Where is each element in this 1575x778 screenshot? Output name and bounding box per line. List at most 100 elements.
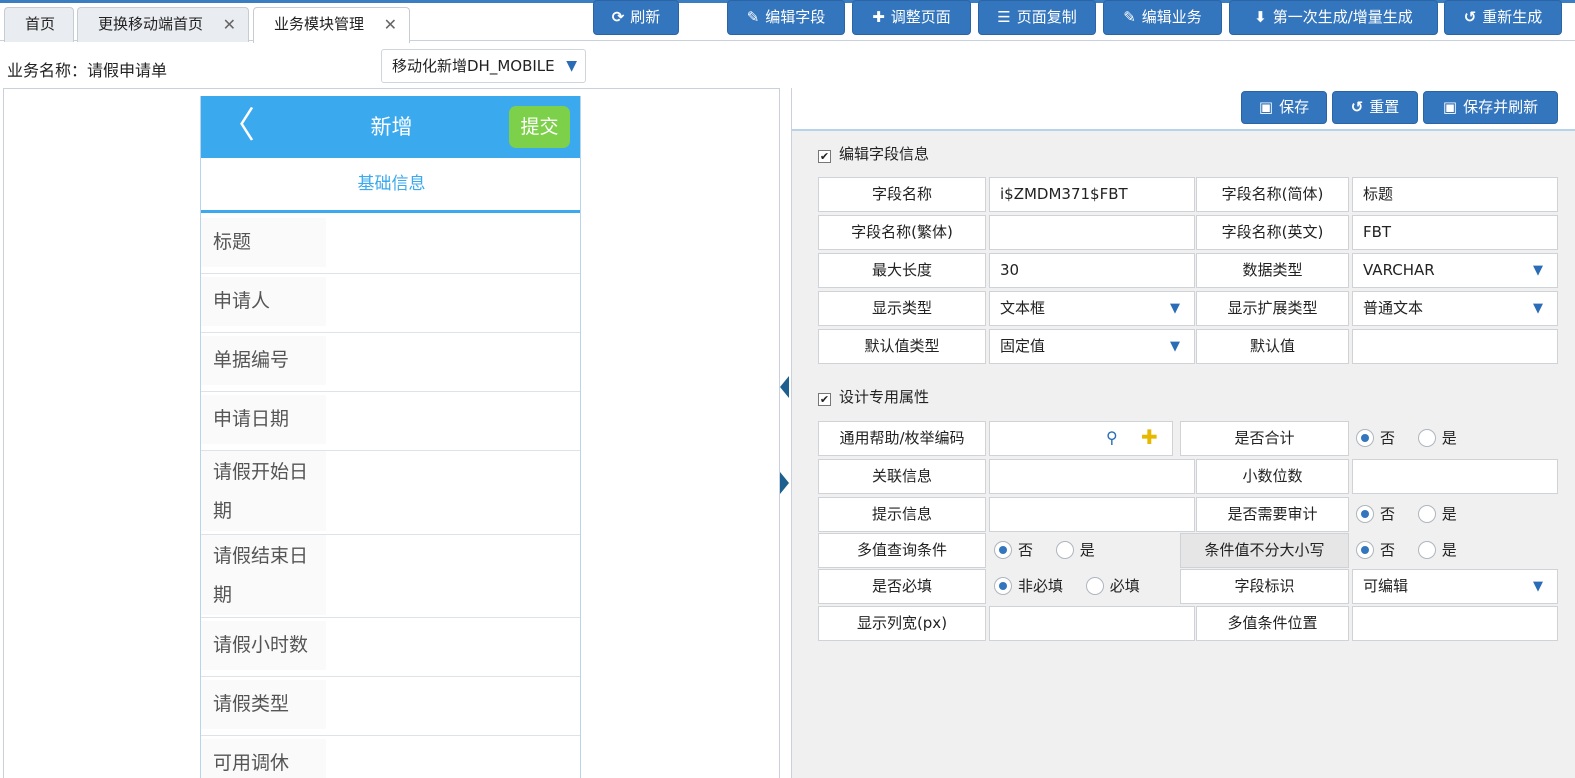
list-item[interactable]: 标题: [201, 218, 580, 274]
display-ext-select[interactable]: 普通文本 ▼: [1352, 291, 1558, 326]
field-name-label: 字段名称: [818, 177, 986, 212]
name-cn-label: 字段名称(简体): [1196, 177, 1349, 212]
radio-label: 非必填: [1018, 577, 1064, 595]
radio-label: 否: [1018, 541, 1034, 559]
list-item[interactable]: 请假类型: [201, 680, 580, 736]
field-label: 请假类型: [201, 680, 326, 729]
tab-module-management[interactable]: 业务模块管理 ✕: [253, 7, 410, 43]
list-item[interactable]: 请假开始日期: [201, 451, 580, 535]
radio-no[interactable]: 否: [1356, 497, 1395, 532]
select-value: VARCHAR: [1363, 261, 1435, 279]
multi-query-radio-group: 否 是: [994, 533, 1113, 568]
display-type-select[interactable]: 文本框 ▼: [989, 291, 1195, 326]
close-icon[interactable]: ✕: [223, 8, 236, 41]
tab-label: 首页: [25, 15, 56, 33]
tab-label: 业务模块管理: [274, 15, 365, 33]
back-icon[interactable]: 〈: [219, 106, 255, 146]
edit-business-button[interactable]: ✎ 编辑业务: [1103, 0, 1222, 35]
radio-no[interactable]: 否: [994, 533, 1033, 568]
close-icon[interactable]: ✕: [384, 8, 397, 41]
save-button[interactable]: ▣ 保存: [1241, 91, 1327, 124]
radio-selected-icon: [1356, 541, 1374, 559]
name-cn-input[interactable]: 标题: [1352, 177, 1558, 212]
pane-splitter[interactable]: [780, 88, 792, 778]
field-info-section[interactable]: ✔ 编辑字段信息: [818, 143, 929, 164]
data-type-select[interactable]: VARCHAR ▼: [1352, 253, 1558, 288]
case-radio-group: 否 是: [1356, 533, 1475, 568]
default-value-input[interactable]: [1352, 329, 1558, 364]
default-type-select[interactable]: 固定值 ▼: [989, 329, 1195, 364]
design-props-section[interactable]: ✔ 设计专用属性: [818, 386, 929, 407]
radio-no[interactable]: 否: [1356, 421, 1395, 456]
related-info-input[interactable]: [989, 459, 1195, 494]
chevron-down-icon: ▼: [1170, 339, 1180, 354]
reset-button[interactable]: ↺ 重置: [1332, 91, 1418, 124]
business-name-label: 业务名称：请假申请单: [7, 61, 168, 80]
select-value: 普通文本: [1363, 299, 1424, 317]
radio-required[interactable]: 必填: [1085, 569, 1140, 604]
select-value: 文本框: [1000, 299, 1046, 317]
generate-button[interactable]: ⬇ 第一次生成/增量生成: [1229, 0, 1438, 35]
list-item[interactable]: 申请人: [201, 277, 580, 333]
expand-right-icon[interactable]: [779, 472, 789, 494]
radio-yes[interactable]: 是: [1055, 533, 1095, 568]
list-item[interactable]: 请假小时数: [201, 621, 580, 677]
copy-page-button[interactable]: ☰ 页面复制: [978, 0, 1096, 35]
mobile-preview: 新增 〈 提交 基础信息 标题 申请人 单据编号 申请日期 请假开始日期 请假结…: [200, 96, 581, 778]
is-sum-label: 是否合计: [1180, 421, 1349, 456]
radio-yes[interactable]: 是: [1417, 533, 1457, 568]
list-item[interactable]: 申请日期: [201, 395, 580, 451]
regenerate-button[interactable]: ↺ 重新生成: [1444, 0, 1562, 35]
list-item[interactable]: 单据编号: [201, 336, 580, 392]
case-insensitive-label: 条件值不分大小写: [1180, 533, 1349, 568]
adjust-page-button[interactable]: ✚ 调整页面: [852, 0, 971, 35]
tab-label: 更换移动端首页: [98, 15, 204, 33]
field-label: 请假结束日期: [201, 535, 326, 615]
name-en-input[interactable]: FBT: [1352, 215, 1558, 250]
refresh-button[interactable]: ⟳ 刷新: [593, 0, 679, 35]
radio-icon: [1417, 541, 1436, 559]
checkbox-checked-icon[interactable]: ✔: [818, 150, 831, 163]
page-select[interactable]: 移动化新增DH_MOBILE ▼: [381, 49, 586, 83]
submit-button[interactable]: 提交: [509, 106, 570, 148]
radio-yes[interactable]: 是: [1417, 421, 1457, 456]
radio-no[interactable]: 否: [1356, 533, 1395, 568]
button-label: 第一次生成/增量生成: [1272, 8, 1413, 26]
col-width-input[interactable]: [989, 606, 1195, 641]
field-name-input[interactable]: i$ZMDM371$FBT: [989, 177, 1195, 212]
tab-mobile-home[interactable]: 更换移动端首页 ✕: [77, 7, 249, 42]
list-item[interactable]: 可用调休: [201, 739, 580, 778]
radio-label: 否: [1380, 429, 1396, 447]
section-tab-basic-info[interactable]: 基础信息: [201, 158, 580, 213]
display-type-label: 显示类型: [818, 291, 986, 326]
radio-yes[interactable]: 是: [1417, 497, 1457, 532]
radio-icon: [1417, 505, 1436, 523]
name-tw-input[interactable]: [989, 215, 1195, 250]
checkbox-checked-icon[interactable]: ✔: [818, 393, 831, 406]
chevron-down-icon: ▼: [563, 50, 577, 82]
list-item[interactable]: 请假结束日期: [201, 535, 580, 618]
save-refresh-button[interactable]: ▣ 保存并刷新: [1423, 91, 1558, 124]
help-code-label: 通用帮助/枚举编码: [818, 421, 986, 456]
field-flag-label: 字段标识: [1180, 569, 1349, 604]
decimals-input[interactable]: [1352, 459, 1558, 494]
hint-input[interactable]: [989, 497, 1195, 532]
tab-home[interactable]: 首页: [4, 7, 74, 42]
mobile-header: 新增 〈 提交: [201, 96, 580, 158]
max-length-input[interactable]: 30: [989, 253, 1195, 288]
default-value-label: 默认值: [1196, 329, 1349, 364]
related-info-label: 关联信息: [818, 459, 986, 494]
collapse-left-icon[interactable]: [779, 376, 789, 398]
section-title: 设计专用属性: [839, 388, 930, 406]
edit-field-button[interactable]: ✎ 编辑字段: [727, 0, 845, 35]
field-flag-select[interactable]: 可编辑 ▼: [1352, 569, 1558, 604]
edit-icon: ✎: [1123, 8, 1136, 26]
audit-label: 是否需要审计: [1196, 497, 1349, 532]
button-label: 编辑业务: [1141, 8, 1202, 26]
radio-not-required[interactable]: 非必填: [994, 569, 1063, 604]
search-icon[interactable]: ⚲: [1106, 428, 1118, 447]
add-icon[interactable]: ✚: [1141, 425, 1158, 449]
is-sum-radio-group: 否 是: [1356, 421, 1475, 456]
multi-position-label: 多值条件位置: [1196, 606, 1349, 641]
multi-position-input[interactable]: [1352, 606, 1558, 641]
